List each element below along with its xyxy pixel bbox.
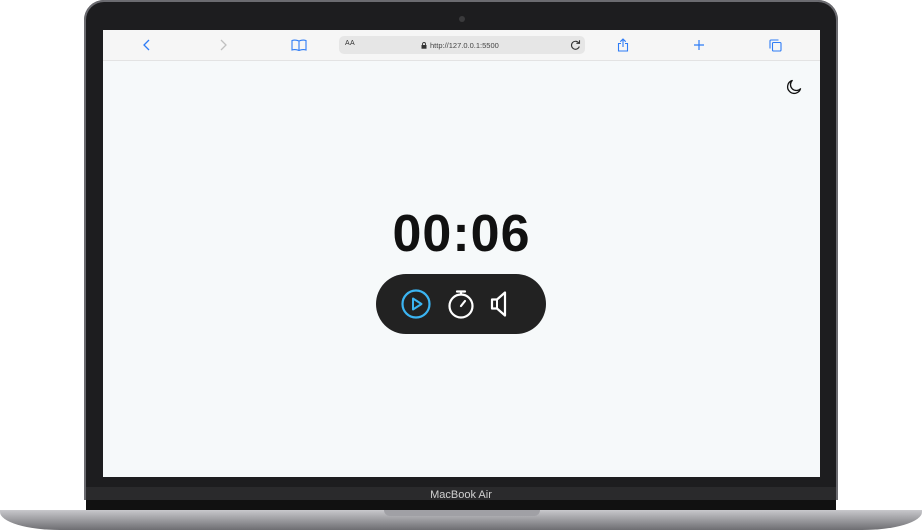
speaker-icon	[490, 291, 507, 317]
share-icon	[617, 38, 629, 52]
bookmarks-icon	[291, 39, 307, 51]
bookmarks-button[interactable]	[291, 37, 307, 53]
timer-controls	[376, 274, 546, 334]
back-icon	[143, 39, 150, 51]
play-button[interactable]	[400, 288, 432, 320]
lock-icon	[421, 41, 427, 49]
stopwatch-button[interactable]	[445, 288, 477, 320]
new-tab-icon	[694, 40, 704, 50]
address-bar[interactable]: AA http://127.0.0.1:5500	[339, 36, 585, 54]
opening-notch	[384, 510, 540, 516]
reload-button[interactable]	[570, 39, 581, 51]
camera-dot	[459, 16, 465, 22]
hinge	[86, 500, 836, 510]
browser-toolbar: AA http://127.0.0.1:5500	[103, 30, 820, 61]
stopwatch-icon	[448, 290, 474, 319]
new-tab-button[interactable]	[691, 37, 707, 53]
tabs-overview-button[interactable]	[767, 37, 783, 53]
reload-icon	[570, 40, 581, 50]
back-button[interactable]	[139, 37, 155, 53]
forward-button[interactable]	[215, 37, 231, 53]
tabs-icon	[768, 38, 782, 52]
share-button[interactable]	[615, 37, 631, 53]
play-icon	[401, 289, 431, 319]
url-text: http://127.0.0.1:5500	[430, 40, 499, 50]
text-size-button[interactable]: AA	[345, 40, 355, 47]
theme-toggle-button[interactable]	[785, 78, 803, 96]
browser-window: AA http://127.0.0.1:5500 00:06	[103, 30, 820, 477]
sound-button[interactable]	[486, 288, 518, 320]
laptop-base	[0, 500, 922, 530]
url-display[interactable]: http://127.0.0.1:5500	[421, 39, 499, 51]
moon-icon	[786, 79, 802, 95]
forward-icon	[220, 39, 227, 51]
timer-display: 00:06	[392, 205, 531, 263]
